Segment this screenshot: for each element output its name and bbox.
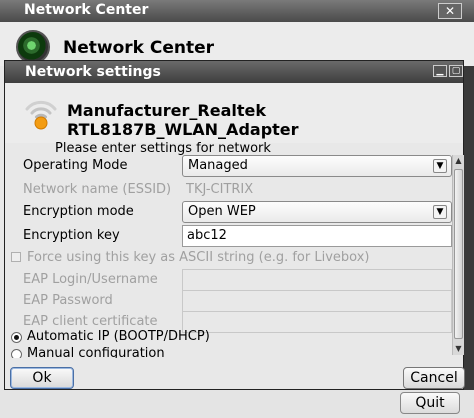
chevron-down-icon[interactable]: ▼ [433, 159, 447, 173]
maximize-icon[interactable]: ▢ [449, 65, 463, 77]
encryption-key-input[interactable]: abc12 [182, 225, 452, 247]
minimize-icon[interactable]: ▁ [433, 65, 447, 77]
encryption-mode-label: Encryption mode [23, 204, 134, 219]
operating-mode-value: Managed [188, 158, 248, 173]
ok-button[interactable]: Ok [10, 367, 74, 389]
quit-button[interactable]: Quit [400, 392, 460, 414]
eap-password-label: EAP Password [23, 293, 113, 308]
encryption-mode-value: Open WEP [188, 204, 256, 219]
wifi-icon [25, 100, 57, 130]
cancel-button[interactable]: Cancel [403, 367, 465, 389]
encryption-mode-row: Encryption mode Open WEP ▼ [5, 201, 452, 223]
network-center-heading: Network Center [63, 38, 215, 58]
operating-mode-select[interactable]: Managed ▼ [182, 155, 452, 177]
eap-password-row: EAP Password [5, 290, 452, 312]
essid-row: Network name (ESSID) TKJ-CITRIX [5, 179, 445, 201]
essid-label: Network name (ESSID) [23, 182, 172, 197]
eap-login-label: EAP Login/Username [23, 272, 158, 287]
chevron-down-icon[interactable]: ▼ [433, 205, 447, 219]
dialog-title: Network settings [25, 64, 161, 80]
eap-login-row: EAP Login/Username [5, 269, 452, 291]
network-center-titlebar[interactable]: Network Center [0, 0, 474, 22]
force-ascii-label: Force using this key as ASCII string (e.… [27, 250, 370, 265]
force-ascii-row: Force using this key as ASCII string (e.… [5, 247, 445, 269]
manual-config-label: Manual configuration [27, 346, 165, 358]
form-scrollbar[interactable]: ▲ ▼ [452, 155, 464, 355]
scrollbar-thumb[interactable] [454, 169, 463, 339]
operating-mode-label: Operating Mode [23, 158, 128, 173]
close-icon[interactable]: ✕ [438, 3, 462, 19]
network-settings-dialog: Network settings ▁ ▢ Manufacturer_Realte… [4, 60, 465, 390]
eap-login-input[interactable] [182, 269, 452, 291]
chevron-down-icon[interactable]: ▼ [453, 343, 464, 355]
settings-form: Operating Mode Managed ▼ Network name (E… [5, 155, 452, 358]
encryption-mode-select[interactable]: Open WEP ▼ [182, 201, 452, 223]
auto-ip-radio[interactable] [11, 332, 22, 343]
auto-ip-label: Automatic IP (BOOTP/DHCP) [27, 329, 210, 344]
dialog-titlebar[interactable]: Network settings [5, 61, 463, 83]
dialog-header: Manufacturer_Realtek RTL8187B_WLAN_Adapt… [5, 83, 463, 143]
encryption-key-label: Encryption key [23, 228, 120, 243]
network-center-window-title: Network Center [24, 2, 149, 18]
manual-config-radio[interactable] [11, 349, 22, 358]
chevron-up-icon[interactable]: ▲ [453, 155, 464, 167]
force-ascii-checkbox[interactable] [11, 252, 21, 262]
background-scrollbar [464, 66, 474, 396]
operating-mode-row: Operating Mode Managed ▼ [5, 155, 452, 177]
manual-config-row: Manual configuration [5, 344, 445, 358]
encryption-key-row: Encryption key abc12 [5, 225, 452, 247]
essid-value: TKJ-CITRIX [186, 182, 254, 197]
adapter-name: Manufacturer_Realtek RTL8187B_WLAN_Adapt… [67, 101, 299, 139]
radar-icon [16, 30, 50, 64]
eap-password-input[interactable] [182, 290, 452, 312]
instruction-text: Please enter settings for network [55, 141, 271, 156]
